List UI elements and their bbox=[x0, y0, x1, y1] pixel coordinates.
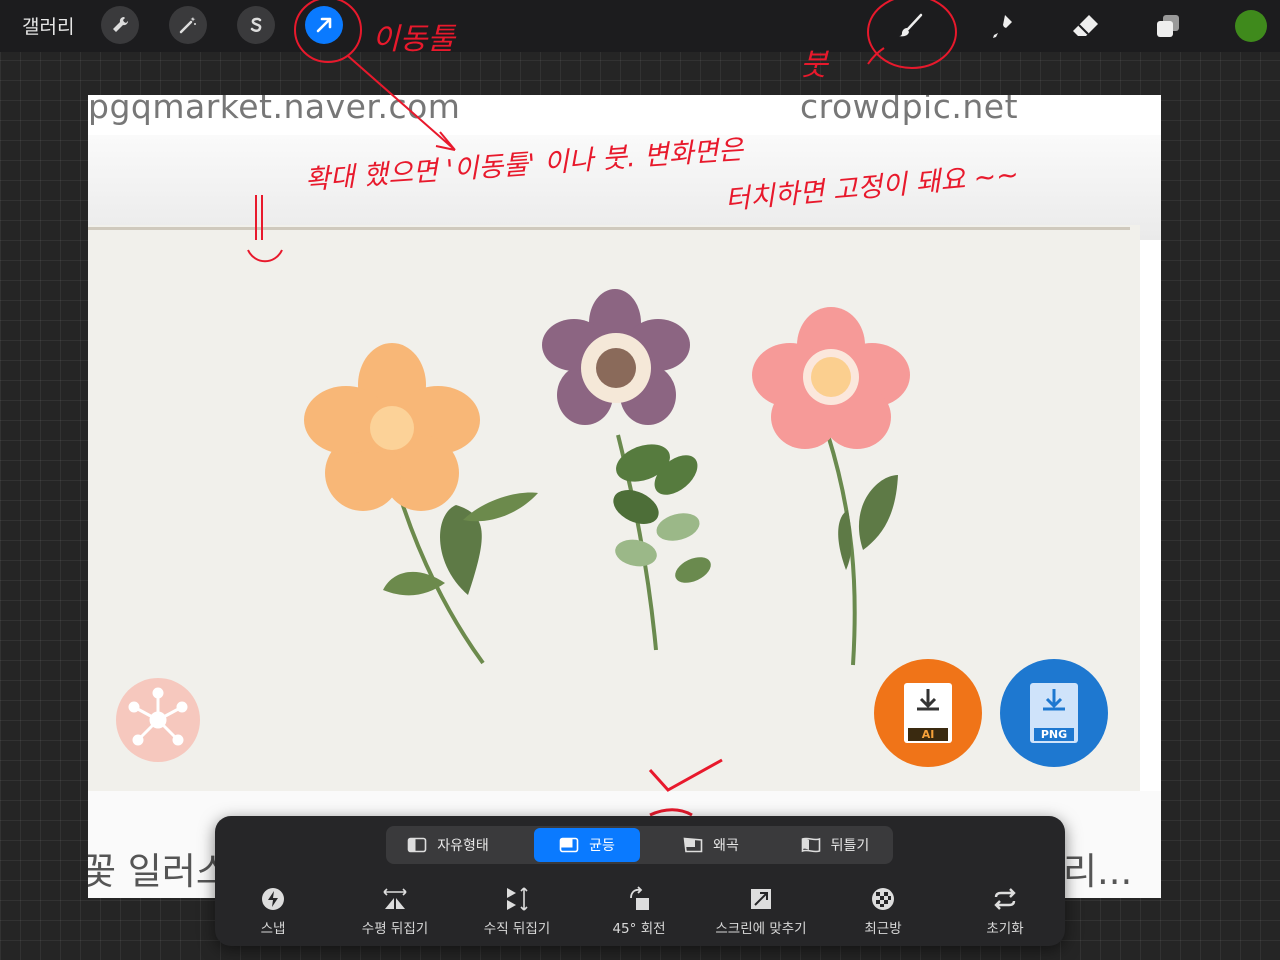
rotate-45-button[interactable]: 45° 회전 bbox=[579, 886, 699, 937]
mode-distort-label: 왜곡 bbox=[713, 838, 739, 854]
reset-icon bbox=[994, 888, 1016, 910]
mode-warp[interactable]: 뒤틀기 bbox=[782, 828, 888, 862]
annotation-move-tool: 이동툴 bbox=[372, 22, 455, 57]
flip-vertical-label: 수직 뒤집기 bbox=[483, 921, 551, 937]
warp-icon bbox=[801, 837, 820, 853]
mode-warp-label: 뒤틀기 bbox=[830, 838, 870, 854]
transform-toolbar: 자유형태 균등 왜곡 뒤틀기 스냅 수평 뒤집기 수직 뒤집기 45° 회전 스… bbox=[215, 816, 1065, 946]
flip-vertical-icon bbox=[507, 887, 528, 911]
snap-bolt-icon bbox=[262, 888, 284, 910]
mode-distort[interactable]: 왜곡 bbox=[658, 828, 764, 862]
snap-button[interactable]: 스냅 bbox=[213, 886, 333, 937]
rotate-45-label: 45° 회전 bbox=[612, 921, 666, 937]
snap-label: 스냅 bbox=[260, 921, 286, 937]
freeform-icon bbox=[407, 837, 427, 853]
fit-screen-label: 스크린에 맞추기 bbox=[715, 921, 807, 937]
fit-screen-icon bbox=[751, 889, 771, 909]
reset-button[interactable]: 초기화 bbox=[945, 886, 1065, 937]
annotation-brush: 붓 bbox=[800, 48, 828, 83]
flip-vertical-button[interactable]: 수직 뒤집기 bbox=[457, 886, 577, 937]
mode-freeform-label: 자유형태 bbox=[437, 838, 489, 854]
rotate-45-icon bbox=[630, 886, 649, 910]
uniform-icon bbox=[559, 837, 579, 853]
distort-icon bbox=[683, 837, 703, 853]
mode-uniform-label: 균등 bbox=[589, 838, 615, 854]
reset-label: 초기화 bbox=[986, 921, 1024, 937]
nearest-neighbor-label: 최근방 bbox=[864, 921, 902, 937]
flip-horizontal-icon bbox=[383, 888, 407, 909]
fit-screen-button[interactable]: 스크린에 맞추기 bbox=[701, 886, 821, 937]
flip-horizontal-button[interactable]: 수평 뒤집기 bbox=[335, 886, 455, 937]
nearest-neighbor-icon bbox=[872, 888, 894, 910]
nearest-neighbor-button[interactable]: 최근방 bbox=[823, 886, 943, 937]
flip-horizontal-label: 수평 뒤집기 bbox=[361, 921, 429, 937]
mode-uniform[interactable]: 균등 bbox=[534, 828, 640, 862]
mode-freeform[interactable]: 자유형태 bbox=[390, 828, 506, 862]
transform-mode-segmented: 자유형태 균등 왜곡 뒤틀기 bbox=[386, 826, 893, 864]
